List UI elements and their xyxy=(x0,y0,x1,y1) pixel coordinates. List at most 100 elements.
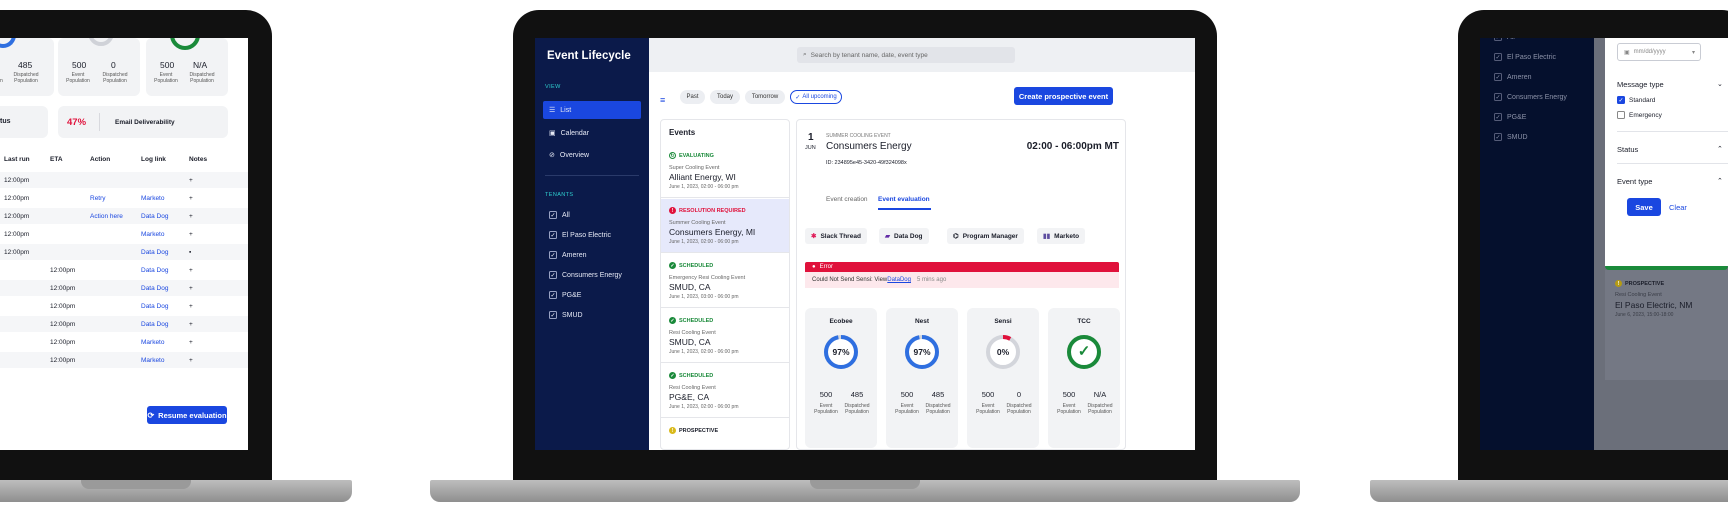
list-item[interactable]: ! RESOLUTION REQUIRED Summer Cooling Event… xyxy=(661,199,789,253)
cell-log[interactable]: Data Dog xyxy=(141,267,168,274)
cell-log[interactable]: Data Dog xyxy=(141,285,168,292)
cell-log[interactable]: Marketo xyxy=(141,357,164,364)
cell-note[interactable]: + xyxy=(189,339,193,346)
table-row: 12:00pm Marketo + xyxy=(0,352,248,368)
checkbox-checked-icon: ✓ xyxy=(1617,96,1625,104)
cell-note[interactable]: + xyxy=(189,321,193,328)
prospective-icon: ! xyxy=(1615,280,1622,287)
event-date: June 1, 2023, 03:00 - 06:00 pm xyxy=(669,294,739,300)
status-badge: PROSPECTIVE xyxy=(679,427,719,434)
cell-action[interactable]: Retry xyxy=(90,195,106,202)
cell-eta: 12:00pm xyxy=(50,357,76,364)
tenant-item[interactable]: ✓All xyxy=(543,206,641,224)
tenant-item[interactable]: ✓All xyxy=(1488,38,1586,46)
table-row: 12:00pm Action here Data Dog + xyxy=(0,208,248,224)
list-item[interactable]: ✓ SCHEDULED Resi Cooling Event SMUD, CA June… xyxy=(661,309,789,363)
cell-log[interactable]: Marketo xyxy=(141,339,164,346)
cell-log[interactable]: Marketo xyxy=(141,231,164,238)
tenant-item[interactable]: ✓ El Paso Electric xyxy=(543,226,641,244)
cell-log[interactable]: Marketo xyxy=(141,195,164,202)
status-badge: RESOLUTION REQUIRED xyxy=(679,207,746,214)
tenant-item[interactable]: ✓ Consumers Energy xyxy=(543,266,641,284)
checkbox-icon xyxy=(1617,111,1625,119)
tenants-label: TENANTS xyxy=(545,192,574,198)
cell-last: 12:00pm xyxy=(4,177,30,184)
tab-underline xyxy=(878,208,931,210)
chevron-up-icon[interactable]: ⌃ xyxy=(1717,145,1723,153)
chevron-up-icon[interactable]: ⌃ xyxy=(1717,177,1723,185)
cell-note[interactable]: + xyxy=(189,267,193,274)
tenant-item[interactable]: ✓ SMUD xyxy=(543,306,641,324)
cell-last: 12:00pm xyxy=(4,213,30,220)
create-prospective-event-button[interactable]: Create prospective event xyxy=(1014,87,1113,105)
checkbox-checked-icon: ✓ xyxy=(1494,53,1502,61)
filter-all-upcoming[interactable]: ✓ All upcoming xyxy=(790,90,842,104)
tab-event-creation[interactable]: Event creation xyxy=(826,196,868,203)
filter-past[interactable]: Past xyxy=(680,90,705,104)
marketo-button[interactable]: ▮▮ Marketo xyxy=(1037,228,1086,244)
program-manager-icon: ⌬ xyxy=(953,233,959,240)
percent-value: 0% xyxy=(996,347,1010,357)
event-name: PG&E, CA xyxy=(669,392,710,402)
cell-note[interactable]: + xyxy=(189,303,193,310)
datadog-link[interactable]: DataDog xyxy=(887,277,911,283)
sidebar-item-calendar[interactable]: ▣ Calendar xyxy=(543,124,641,142)
cell-note[interactable]: + xyxy=(189,231,193,238)
resume-evaluation-button[interactable]: ⟳ Resume evaluation xyxy=(147,406,227,424)
data-dog-button[interactable]: ▰ Data Dog xyxy=(879,228,929,244)
dispatched-population-label: Dispatched Population xyxy=(1087,403,1113,415)
cell-log[interactable]: Data Dog xyxy=(141,249,168,256)
cell-note[interactable]: + xyxy=(189,213,193,220)
list-item[interactable]: ✓ SCHEDULED Emergency Resi Cooling Event SM… xyxy=(661,254,789,308)
event-name: SMUD, CA xyxy=(669,337,711,347)
tab-event-evaluation[interactable]: Event evaluation xyxy=(878,196,930,203)
save-button[interactable]: Save xyxy=(1627,198,1661,216)
search-input[interactable]: ⌕ Search by tenant name, date, event type xyxy=(797,47,1015,63)
sidebar-item-list[interactable]: ☰ List xyxy=(543,101,641,119)
cell-log[interactable]: Data Dog xyxy=(141,303,168,310)
cell-last: 12:00pm xyxy=(4,195,30,202)
clear-button[interactable]: Clear xyxy=(1669,203,1687,212)
device-card: Sensi 0% 500 0 Event Population Dispatched Popu… xyxy=(967,308,1039,448)
list-item[interactable]: ! PROSPECTIVE xyxy=(661,419,789,449)
filter-icon[interactable]: ≡ xyxy=(660,95,665,105)
chevron-down-icon[interactable]: ⌄ xyxy=(1717,80,1723,88)
sidebar-item-overview[interactable]: ⊘ Overview xyxy=(543,146,641,164)
option-standard[interactable]: ✓ Standard xyxy=(1617,96,1655,104)
date-input[interactable]: ▣ mm/dd/yyyy ▾ xyxy=(1617,43,1701,61)
center-laptop: Event Lifecycle VIEW ☰ List ▣ Calendar ⊘ Ov… xyxy=(430,0,1300,515)
slack-thread-button[interactable]: ✱ Slack Thread xyxy=(805,228,867,244)
list-item[interactable]: ✓ SCHEDULED Resi Cooling Event PG&E, CA June… xyxy=(661,364,789,418)
list-item[interactable]: ! PROSPECTIVE Resi Cooling Event El Paso … xyxy=(1605,270,1728,380)
tenant-item[interactable]: ✓ Ameren xyxy=(1488,68,1586,86)
table-row: 12:00pm Data Dog + xyxy=(0,298,248,314)
tenant-item[interactable]: ✓ PG&E xyxy=(543,286,641,304)
stat-label: Dispatched Population xyxy=(102,72,128,84)
cell-note[interactable]: + xyxy=(189,195,193,202)
tenant-item[interactable]: ✓ Consumers Energy xyxy=(1488,88,1586,106)
cell-note[interactable]: + xyxy=(189,285,193,292)
tenant-item[interactable]: ✓ SMUD xyxy=(1488,128,1586,146)
list-item[interactable]: ↻ EVALUATING Super Cooling Event Alliant En… xyxy=(661,144,789,198)
tenant-item[interactable]: ✓ PG&E xyxy=(1488,108,1586,126)
cell-eta: 12:00pm xyxy=(50,303,76,310)
cell-log[interactable]: Data Dog xyxy=(141,321,168,328)
status-icon: ↻ xyxy=(669,152,676,159)
status-icon: ✓ xyxy=(669,262,676,269)
tenant-item[interactable]: ✓ El Paso Electric xyxy=(1488,48,1586,66)
event-type: Emergency Resi Cooling Event xyxy=(669,275,746,281)
cell-note[interactable]: + xyxy=(189,357,193,364)
checkbox-checked-icon: ✓ xyxy=(1494,93,1502,101)
filter-tomorrow[interactable]: Tomorrow xyxy=(745,90,785,104)
cell-note[interactable]: ▪ xyxy=(189,249,191,256)
option-emergency[interactable]: Emergency xyxy=(1617,111,1662,119)
tenant-item[interactable]: ✓ Ameren xyxy=(543,246,641,264)
table-row: 12:00pm Marketo + xyxy=(0,334,248,350)
cell-action[interactable]: Action here xyxy=(90,213,123,220)
cell-log[interactable]: Data Dog xyxy=(141,213,168,220)
program-manager-button[interactable]: ⌬ Program Manager xyxy=(947,228,1024,244)
status-icon: ! xyxy=(669,207,676,214)
status-badge: EVALUATING xyxy=(679,152,714,159)
cell-note[interactable]: + xyxy=(189,177,193,184)
filter-today[interactable]: Today xyxy=(710,90,740,104)
